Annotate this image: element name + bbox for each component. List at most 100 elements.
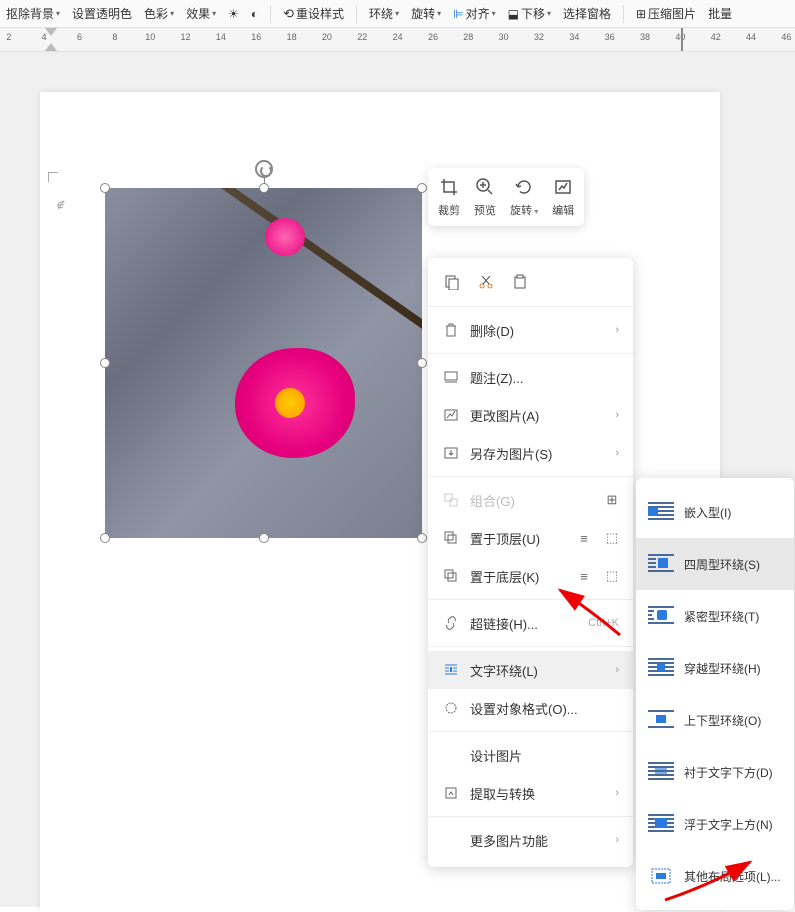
menu-group-label: 组合(G) xyxy=(470,491,619,510)
submenu-through[interactable]: 穿越型环绕(H) xyxy=(636,642,794,694)
caption-icon xyxy=(442,368,460,386)
margin-marker[interactable] xyxy=(681,28,683,52)
change-pic-icon xyxy=(442,406,460,424)
send-back-icon xyxy=(442,567,460,585)
rotate-button[interactable]: 旋转▾ xyxy=(409,3,443,24)
menu-hyperlink[interactable]: 超链接(H)... Ctrl+K xyxy=(428,604,633,642)
brightness-icon[interactable]: ☀ xyxy=(226,5,241,23)
submenu-inline[interactable]: 嵌入型(I) xyxy=(636,486,794,538)
edit-icon xyxy=(552,176,574,198)
cut-icon[interactable] xyxy=(476,272,496,292)
reset-style-label: 重设样式 xyxy=(296,5,344,22)
menu-send-back[interactable]: 置于底层(K) ≡ ⬚ xyxy=(428,557,633,595)
resize-handle-br[interactable] xyxy=(417,533,427,543)
context-menu: 删除(D) › 题注(Z)... 更改图片(A) › 另存为图片(S) › 组合… xyxy=(428,258,633,867)
save-pic-icon xyxy=(442,444,460,462)
align-button[interactable]: ⊫对齐▾ xyxy=(451,3,497,24)
menu-change-pic[interactable]: 更改图片(A) › xyxy=(428,396,633,434)
move-down-button[interactable]: ⬓下移▾ xyxy=(506,3,553,24)
menu-text-wrap-label: 文字环绕(L) xyxy=(470,661,605,680)
submenu-behind[interactable]: 衬于文字下方(D) xyxy=(636,746,794,798)
send-back-extra1[interactable]: ≡ xyxy=(573,565,595,587)
submenu-front[interactable]: 浮于文字上方(N) xyxy=(636,798,794,850)
paste-icon[interactable] xyxy=(510,272,530,292)
group-icon xyxy=(442,491,460,509)
submenu-behind-label: 衬于文字下方(D) xyxy=(684,764,773,781)
rotate-icon xyxy=(513,176,535,198)
menu-save-as-pic[interactable]: 另存为图片(S) › xyxy=(428,434,633,472)
select-pane-button[interactable]: 选择窗格 xyxy=(561,3,613,24)
chevron-right-icon: › xyxy=(615,664,619,676)
reset-style-button[interactable]: ⟲重设样式 xyxy=(281,3,346,24)
batch-button[interactable]: 批量 xyxy=(706,3,734,24)
submenu-square[interactable]: 四周型环绕(S) xyxy=(636,538,794,590)
image-content xyxy=(105,188,422,538)
resize-handle-tl[interactable] xyxy=(100,183,110,193)
wrap-button[interactable]: 环绕▾ xyxy=(367,3,401,24)
chevron-right-icon: › xyxy=(615,834,619,846)
remove-bg-button[interactable]: 抠除背景▾ xyxy=(4,3,62,24)
margin-corner xyxy=(48,172,58,182)
resize-handle-ml[interactable] xyxy=(100,358,110,368)
align-label: 对齐 xyxy=(466,5,490,22)
submenu-tight[interactable]: 紧密型环绕(T) xyxy=(636,590,794,642)
resize-handle-bm[interactable] xyxy=(259,533,269,543)
menu-hyperlink-label: 超链接(H)... xyxy=(470,614,578,633)
resize-handle-mr[interactable] xyxy=(417,358,427,368)
main-toolbar: 抠除背景▾ 设置透明色 色彩▾ 效果▾ ☀ ◐ ⟲重设样式 环绕▾ 旋转▾ ⊫对… xyxy=(0,0,795,28)
contrast-icon[interactable]: ◐ xyxy=(249,5,260,23)
color-button[interactable]: 色彩▾ xyxy=(142,3,176,24)
preview-button[interactable]: 预览 xyxy=(474,176,496,218)
format-icon xyxy=(442,699,460,717)
menu-bring-front[interactable]: 置于顶层(U) ≡ ⬚ xyxy=(428,519,633,557)
bring-front-extra1[interactable]: ≡ xyxy=(573,527,595,549)
resize-handle-tr[interactable] xyxy=(417,183,427,193)
menu-caption[interactable]: 题注(Z)... xyxy=(428,358,633,396)
rotate-button-float[interactable]: 旋转 ▾ xyxy=(510,176,538,218)
submenu-top-bottom[interactable]: 上下型环绕(O) xyxy=(636,694,794,746)
link-icon xyxy=(442,614,460,632)
submenu-more-layout[interactable]: 其他布局选项(L)... xyxy=(636,850,794,902)
group-extra-icon: ⊞ xyxy=(601,489,623,511)
edit-label: 编辑 xyxy=(552,202,574,218)
batch-label: 批量 xyxy=(708,5,732,22)
compress-button[interactable]: ⊞压缩图片 xyxy=(634,3,698,24)
remove-bg-label: 抠除背景 xyxy=(6,5,54,22)
edit-button[interactable]: 编辑 xyxy=(552,176,574,218)
more-layout-icon xyxy=(646,865,676,887)
menu-design-pic[interactable]: 设计图片 xyxy=(428,736,633,774)
rotate-handle[interactable] xyxy=(255,160,273,178)
submenu-front-label: 浮于文字上方(N) xyxy=(684,816,773,833)
text-wrap-icon xyxy=(442,661,460,679)
select-pane-label: 选择窗格 xyxy=(563,5,611,22)
resize-handle-tm[interactable] xyxy=(259,183,269,193)
copy-icon[interactable] xyxy=(442,272,462,292)
submenu-tight-label: 紧密型环绕(T) xyxy=(684,608,759,625)
crop-icon xyxy=(438,176,460,198)
crop-button[interactable]: 裁剪 xyxy=(438,176,460,218)
crop-label: 裁剪 xyxy=(438,202,460,218)
bring-front-icon xyxy=(442,529,460,547)
selected-image[interactable] xyxy=(105,188,422,538)
text-wrap-submenu: 嵌入型(I) 四周型环绕(S) 紧密型环绕(T) 穿越型环绕(H) 上下型环绕(… xyxy=(636,478,794,910)
send-back-extra2[interactable]: ⬚ xyxy=(601,565,623,587)
menu-delete[interactable]: 删除(D) › xyxy=(428,311,633,349)
submenu-square-label: 四周型环绕(S) xyxy=(684,556,760,573)
set-transparent-button[interactable]: 设置透明色 xyxy=(70,3,134,24)
menu-format-obj-label: 设置对象格式(O)... xyxy=(470,699,619,718)
menu-format-obj[interactable]: 设置对象格式(O)... xyxy=(428,689,633,727)
image-floating-toolbar: 裁剪 预览 旋转 ▾ 编辑 xyxy=(428,168,584,226)
effect-button[interactable]: 效果▾ xyxy=(184,3,218,24)
menu-text-wrap[interactable]: 文字环绕(L) › xyxy=(428,651,633,689)
chevron-right-icon: › xyxy=(615,324,619,336)
wrap-label: 环绕 xyxy=(369,5,393,22)
menu-delete-label: 删除(D) xyxy=(470,321,605,340)
bring-front-extra2[interactable]: ⬚ xyxy=(601,527,623,549)
menu-extract[interactable]: 提取与转换 › xyxy=(428,774,633,812)
resize-handle-bl[interactable] xyxy=(100,533,110,543)
menu-design-pic-label: 设计图片 xyxy=(470,746,619,765)
separator xyxy=(270,5,271,23)
effect-label: 效果 xyxy=(186,5,210,22)
menu-hyperlink-shortcut: Ctrl+K xyxy=(588,617,619,629)
menu-more-pic[interactable]: 更多图片功能 › xyxy=(428,821,633,859)
